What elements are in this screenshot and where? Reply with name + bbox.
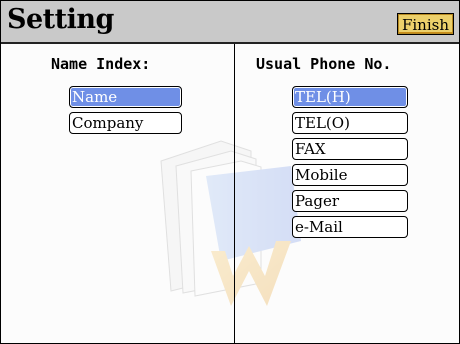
phone-option-fax[interactable]: FAX — [292, 138, 408, 160]
finish-button[interactable]: Finish — [396, 13, 454, 35]
name-index-option-company[interactable]: Company — [69, 112, 182, 134]
settings-screen: Setting Finish Name Index: Usual Phone N… — [0, 0, 460, 344]
phone-option-email[interactable]: e-Mail — [292, 216, 408, 238]
name-index-header: Name Index: — [51, 55, 151, 73]
phone-option-tel-h[interactable]: TEL(H) — [292, 86, 408, 108]
phone-option-mobile[interactable]: Mobile — [292, 164, 408, 186]
phone-option-pager[interactable]: Pager — [292, 190, 408, 212]
title-bar: Setting Finish — [1, 1, 459, 44]
name-index-option-name[interactable]: Name — [69, 86, 182, 108]
usual-phone-header: Usual Phone No. — [256, 55, 392, 73]
page-title: Setting — [7, 4, 114, 35]
phone-option-tel-o[interactable]: TEL(O) — [292, 112, 408, 134]
column-divider — [234, 44, 235, 343]
